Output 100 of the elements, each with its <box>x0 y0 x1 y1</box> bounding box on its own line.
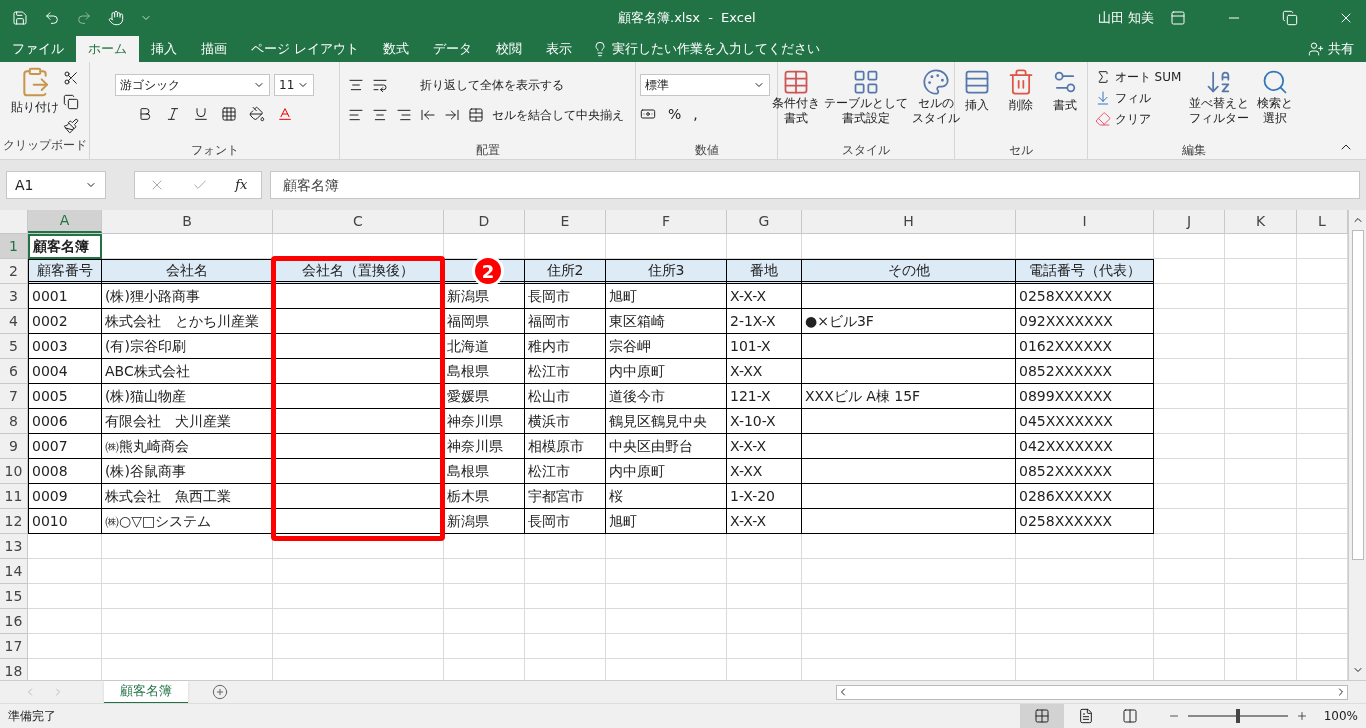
ribbon-tab[interactable]: 校閲 <box>484 36 535 62</box>
cells-button[interactable]: 削除 <box>1007 68 1035 114</box>
paste-button[interactable]: 貼り付け <box>10 66 59 136</box>
column-header[interactable]: G <box>727 210 802 233</box>
cut-icon[interactable] <box>62 70 79 86</box>
copy-icon[interactable] <box>62 94 79 110</box>
palette-icon[interactable] <box>922 68 950 96</box>
row-header[interactable]: 13 <box>0 534 28 559</box>
zoom-slider-thumb[interactable] <box>1235 709 1240 723</box>
column-header[interactable]: E <box>525 210 606 233</box>
align-right-icon[interactable] <box>396 107 412 123</box>
percent-button[interactable]: % <box>668 103 682 125</box>
align-center-icon[interactable] <box>372 107 388 123</box>
ribbon-tab[interactable]: 表示 <box>534 36 585 62</box>
grid-icon[interactable] <box>852 68 880 96</box>
ribbon-tab[interactable]: 数式 <box>371 36 422 62</box>
style-button[interactable]: 条件付き 書式 <box>772 68 820 126</box>
style-button[interactable]: セルの スタイル <box>912 68 960 126</box>
vertical-scrollbar[interactable] <box>1348 210 1366 680</box>
column-header[interactable]: D <box>444 210 525 233</box>
horizontal-scrollbar[interactable] <box>836 684 1348 700</box>
ribbon-tab[interactable]: ページ レイアウト <box>239 36 372 62</box>
page-icon[interactable] <box>1077 708 1094 724</box>
column-header[interactable]: K <box>1225 210 1297 233</box>
column-header[interactable]: I <box>1016 210 1154 233</box>
trash-icon[interactable] <box>1007 68 1035 96</box>
column-header[interactable]: B <box>102 210 273 233</box>
format-painter-icon[interactable] <box>62 118 79 134</box>
comma-button[interactable]: , <box>693 103 698 125</box>
undo-icon[interactable] <box>44 10 60 26</box>
increase-indent-icon[interactable] <box>444 107 460 123</box>
row-header[interactable]: 9 <box>0 434 28 459</box>
ribbon-tab[interactable]: 挿入 <box>139 36 189 62</box>
column-header[interactable]: C <box>273 210 444 233</box>
font-name-field[interactable]: 游ゴシック <box>115 74 270 96</box>
row-header[interactable]: 17 <box>0 634 28 659</box>
add-sheet-icon[interactable] <box>212 684 228 700</box>
fill-color-icon[interactable] <box>248 106 265 122</box>
align-left-icon[interactable] <box>348 107 364 123</box>
number-format-field[interactable]: 標準 <box>640 74 770 96</box>
find-select-button[interactable]: 検索と 選択 <box>1257 68 1294 128</box>
font-color-icon[interactable] <box>276 106 293 122</box>
column-header[interactable]: H <box>802 210 1016 233</box>
eraser-icon[interactable] <box>1094 111 1111 127</box>
ribbon-tab[interactable]: ホーム <box>76 36 139 62</box>
ribbon-tab[interactable]: 描画 <box>189 36 239 62</box>
borders-icon[interactable] <box>220 106 237 122</box>
cells-button[interactable]: 挿入 <box>963 68 991 114</box>
underline-icon[interactable] <box>192 106 209 122</box>
style-button[interactable]: テーブルとして 書式設定 <box>824 68 908 126</box>
view-button[interactable] <box>1019 704 1064 728</box>
column-header[interactable]: A <box>28 210 102 233</box>
row-header[interactable]: 5 <box>0 334 28 359</box>
row-header[interactable]: 18 <box>0 659 28 680</box>
row-header[interactable]: 12 <box>0 509 28 534</box>
currency-icon[interactable] <box>640 106 656 122</box>
row-header[interactable]: 8 <box>0 409 28 434</box>
row-header[interactable]: 10 <box>0 459 28 484</box>
save-icon[interactable] <box>12 10 28 26</box>
share-icon[interactable] <box>1308 41 1324 57</box>
sheet-tab[interactable]: 顧客名簿 <box>104 680 188 704</box>
decrease-indent-icon[interactable] <box>420 107 436 123</box>
row-header[interactable]: 4 <box>0 309 28 334</box>
wrap-text-button[interactable]: 折り返して全体を表示する <box>420 76 564 94</box>
table-icon[interactable] <box>782 68 810 96</box>
touch-mode-icon[interactable] <box>108 10 124 26</box>
font-size-field[interactable]: 11 <box>274 74 314 96</box>
restore-icon[interactable] <box>1282 10 1298 26</box>
clear-button[interactable]: クリア <box>1094 110 1182 128</box>
sort-filter-button[interactable]: 並べ替えと フィルター <box>1189 68 1250 128</box>
row-header[interactable]: 11 <box>0 484 28 509</box>
tell-me-field[interactable]: 実行したい作業を入力してください <box>612 39 821 59</box>
wrap-text-icon[interactable] <box>372 77 388 93</box>
name-box[interactable]: A1 <box>6 171 106 199</box>
formula-field[interactable]: 顧客名簿 <box>270 171 1360 199</box>
row-header[interactable]: 7 <box>0 384 28 409</box>
ribbon-display-icon[interactable] <box>1170 10 1186 26</box>
fill-button[interactable]: フィル <box>1094 89 1182 107</box>
row-header[interactable]: 6 <box>0 359 28 384</box>
merge-center-button[interactable]: セルを結合して中央揃え <box>492 106 624 124</box>
scrollbar-thumb[interactable] <box>1351 230 1364 560</box>
row-header[interactable]: 14 <box>0 559 28 584</box>
row-header[interactable]: 16 <box>0 609 28 634</box>
columns-icon[interactable] <box>1121 708 1138 724</box>
zoom-in-icon[interactable] <box>1295 710 1308 722</box>
row-header[interactable]: 2 <box>0 259 28 284</box>
ribbon-tab[interactable]: ファイル <box>0 36 76 62</box>
autosum-button[interactable]: オート SUM <box>1094 68 1182 86</box>
row-header[interactable]: 15 <box>0 584 28 609</box>
cells-button[interactable]: 書式 <box>1051 68 1079 114</box>
column-header[interactable]: J <box>1154 210 1225 233</box>
ribbon-tab[interactable]: データ <box>421 36 485 62</box>
row-header[interactable]: 1 <box>0 234 28 259</box>
merge-icon[interactable] <box>468 107 484 123</box>
align-middle-icon[interactable] <box>348 77 364 93</box>
row-header[interactable]: 3 <box>0 284 28 309</box>
share-button[interactable]: 共有 <box>1328 39 1354 59</box>
insert-function-button[interactable]: fx <box>235 175 248 195</box>
grid-icon[interactable] <box>1033 708 1050 724</box>
column-header[interactable]: F <box>606 210 727 233</box>
